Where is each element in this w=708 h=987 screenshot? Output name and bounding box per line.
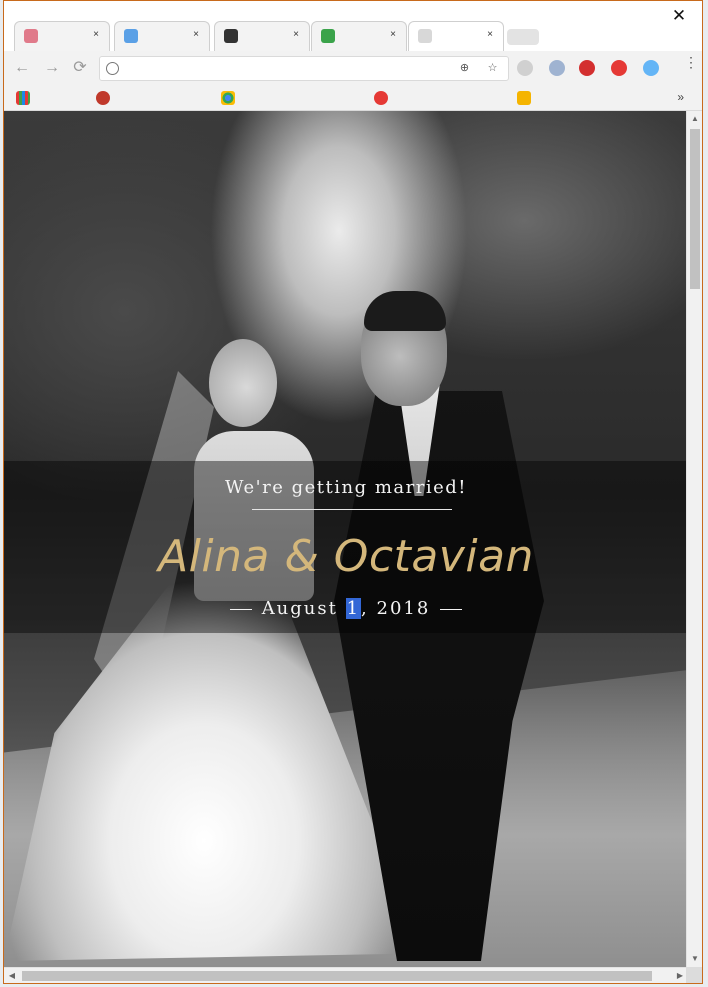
apps-grid-icon xyxy=(16,91,30,105)
scroll-left-icon[interactable]: ◀ xyxy=(4,968,20,983)
tab-favicon-icon xyxy=(321,29,335,43)
bookmark-apps[interactable] xyxy=(16,90,96,106)
browser-menu-icon[interactable]: ⋮ xyxy=(684,55,698,77)
opera-icon[interactable] xyxy=(611,60,627,76)
bookmark-favicon-icon xyxy=(221,91,235,105)
wedding-date: August 1, 2018 xyxy=(4,598,688,619)
bookmark-item[interactable] xyxy=(374,90,509,106)
photo-bride xyxy=(209,339,277,427)
extension-icon[interactable] xyxy=(549,60,565,76)
tab-title xyxy=(437,30,481,39)
bookmark-favicon-icon xyxy=(517,91,531,105)
hero-tagline: We're getting married! xyxy=(224,477,468,498)
tab-strip: × × × × × ✕ xyxy=(4,1,702,51)
tab-close-icon[interactable]: × xyxy=(291,30,301,40)
extension-icon[interactable] xyxy=(643,60,659,76)
scroll-up-icon[interactable]: ▲ xyxy=(687,111,702,127)
tab-2[interactable]: × xyxy=(114,21,210,51)
bookmark-item[interactable] xyxy=(96,90,211,106)
tab-favicon-icon xyxy=(124,29,138,43)
address-bar[interactable]: ⊕ ☆ xyxy=(99,56,509,81)
page-viewport: We're getting married! Alina & Octavian … xyxy=(4,111,688,967)
photo-groom-hair xyxy=(364,291,446,331)
tab-title xyxy=(143,30,187,39)
site-info-icon[interactable] xyxy=(106,62,119,75)
forward-button[interactable]: → xyxy=(42,58,62,78)
page-action-icon[interactable]: ⊕ xyxy=(458,62,471,75)
tab-3[interactable]: × xyxy=(214,21,310,51)
tab-close-icon[interactable]: × xyxy=(191,30,201,40)
bookmarks-overflow-icon[interactable]: » xyxy=(677,90,684,104)
tab-4[interactable]: × xyxy=(311,21,407,51)
window-close-button[interactable]: ✕ xyxy=(670,7,688,25)
browser-window: × × × × × ✕ ← → ⟳ ⊕ ☆ ⋮ » We're getting … xyxy=(3,0,703,984)
horizontal-scrollbar[interactable]: ◀ ▶ xyxy=(4,967,688,983)
toolbar: ← → ⟳ ⊕ ☆ ⋮ xyxy=(4,51,702,85)
tab-favicon-icon xyxy=(24,29,38,43)
bookmark-favicon-icon xyxy=(374,91,388,105)
address-url xyxy=(126,63,441,75)
vertical-scrollbar[interactable]: ▲ ▼ xyxy=(686,111,702,967)
tab-close-icon[interactable]: × xyxy=(91,30,101,40)
date-suffix: , 2018 xyxy=(361,598,431,619)
extension-icon[interactable] xyxy=(517,60,533,76)
tagline-divider xyxy=(252,509,452,510)
tab-5-active[interactable]: × xyxy=(408,21,504,51)
couple-names: Alina & Octavian xyxy=(158,531,534,582)
scroll-down-icon[interactable]: ▼ xyxy=(687,951,702,967)
bookmark-item[interactable] xyxy=(221,90,361,106)
tab-title xyxy=(243,30,287,39)
tab-title xyxy=(43,30,87,39)
date-dash-left xyxy=(229,608,252,610)
github-icon xyxy=(224,29,238,43)
bookmarks-bar: » xyxy=(4,85,702,111)
scrollbar-corner xyxy=(686,967,702,983)
reload-button[interactable]: ⟳ xyxy=(70,58,90,78)
tab-close-icon[interactable]: × xyxy=(388,30,398,40)
bookmark-favicon-icon xyxy=(96,91,110,105)
back-button[interactable]: ← xyxy=(12,58,32,78)
date-dash-right xyxy=(440,608,463,610)
date-prefix: August xyxy=(261,598,346,619)
extension-icon[interactable] xyxy=(579,60,595,76)
tab-title xyxy=(340,30,384,39)
new-tab-button[interactable] xyxy=(507,29,539,45)
tab-favicon-icon xyxy=(418,29,432,43)
tab-close-icon[interactable]: × xyxy=(485,30,495,40)
tab-1[interactable]: × xyxy=(14,21,110,51)
date-day-selected: 1 xyxy=(345,598,362,619)
vertical-scroll-thumb[interactable] xyxy=(690,129,700,289)
bookmark-item[interactable] xyxy=(517,90,652,106)
horizontal-scroll-thumb[interactable] xyxy=(22,971,652,981)
bookmark-star-icon[interactable]: ☆ xyxy=(486,62,499,75)
